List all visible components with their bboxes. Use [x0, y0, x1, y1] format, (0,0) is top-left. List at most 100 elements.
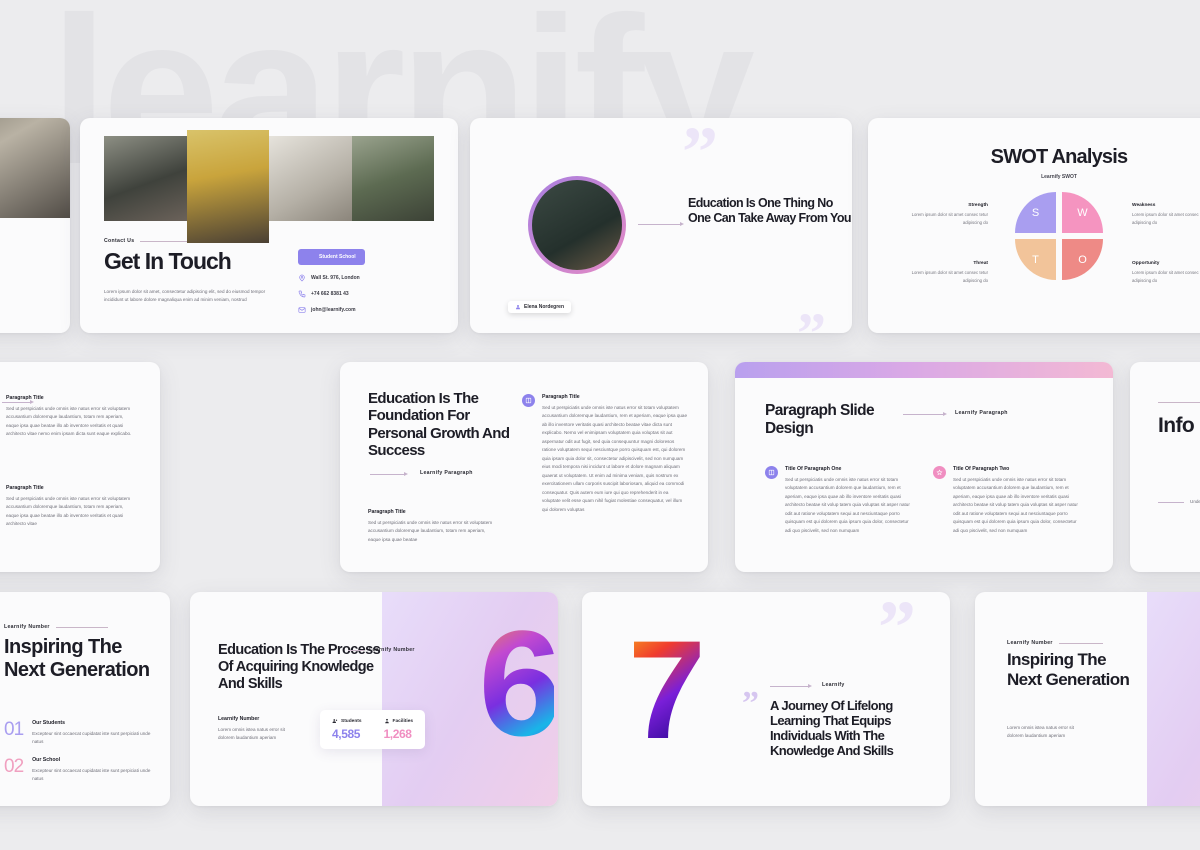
insp1-item-number: 02: [4, 755, 24, 777]
six-sub-text: Lorem omnis istea natus error sit dolore…: [218, 727, 285, 741]
avatar: [528, 176, 626, 274]
contact-body: Lorem ipsum dolor sit amet, consectetur …: [104, 289, 266, 303]
swot-quadrant-opportunity[interactable]: O: [1062, 239, 1103, 280]
divider: [1158, 402, 1200, 403]
paragraph-bullet-icon-two: [933, 466, 946, 479]
slide-swot-analysis[interactable]: SWOT Analysis Learnify SWOT S W T O Stre…: [868, 118, 1200, 333]
slide-education-quote[interactable]: ” ” Elena Nordegren Education Is One Thi…: [470, 118, 852, 333]
location-pin-icon: [299, 274, 305, 282]
photo-handshake: [104, 136, 187, 221]
para2-tag: Learnify Paragraph: [420, 470, 473, 476]
contact-phone-row: +74 662 8381 43: [298, 290, 365, 298]
divider: [1058, 642, 1103, 644]
speaker-name: Elena Nordegren: [524, 304, 565, 310]
paragraph-bullet-icon-one: [765, 466, 778, 479]
student-school-badge[interactable]: Student School: [298, 249, 365, 265]
facilities-icon: [384, 718, 389, 724]
contact-email-row: john@learnify.com: [298, 306, 365, 314]
stat-value: 4,585: [332, 727, 361, 741]
book-icon: [525, 397, 532, 404]
label-heading: Strength: [968, 203, 988, 208]
stat-students: Students 4,585: [332, 718, 362, 742]
para3-col1-text: Sed ut perspiciatis unde omnis iste natu…: [785, 477, 910, 533]
para2-sub-title: Paragraph Title: [368, 509, 406, 515]
quote-mark-bottom-icon: ”: [797, 304, 826, 333]
arrow-connector: [770, 684, 812, 688]
stat-label: Students: [341, 718, 362, 724]
slide-education-foundation[interactable]: Education Is The Foundation For Personal…: [340, 362, 708, 572]
para3-col2-text: Sed ut perspiciatis unde omnis iste natu…: [953, 477, 1078, 533]
paragraph-bullet-icon: [522, 394, 535, 407]
graduation-cap-icon: [307, 254, 315, 259]
six-tag: Learnify Number: [369, 647, 415, 653]
book-icon: [768, 469, 775, 476]
contact-phone: +74 662 8381 43: [311, 291, 349, 297]
photo-classroom: [351, 136, 434, 221]
phone-icon: [298, 290, 306, 298]
quote-mark-small-icon: ”: [742, 685, 759, 722]
para3-title: Paragraph Slide Design: [765, 402, 875, 437]
label-text: Lorem ipsum dolor sit amet consec tetur …: [1132, 212, 1200, 225]
students-icon: [332, 719, 338, 723]
quote-mark-icon: ”: [878, 592, 916, 670]
contact-title: Get In Touch: [104, 248, 232, 274]
contact-email: john@learnify.com: [311, 307, 356, 313]
para2-sub-text: Sed ut perspiciatis unde omnis iste natu…: [368, 520, 493, 542]
swot-subtitle: Learnify SWOT: [1041, 174, 1077, 180]
list-item: 01 Our Students Excepteur sint occaecat …: [4, 720, 154, 747]
label-text: Lorem ipsum dolor sit amet consec tetur …: [911, 212, 988, 225]
quote-mark-top-icon: ”: [682, 118, 718, 192]
six-sub-title: Learnify Number: [218, 716, 260, 722]
slide-paragraph-design-two-col[interactable]: Paragraph Slide Design Learnify Paragrap…: [735, 362, 1113, 572]
arrow-connector: [638, 222, 684, 226]
info-text: Unde ensu arvus: [1190, 499, 1200, 504]
label-heading: Threat: [973, 261, 988, 266]
slide-number-seven[interactable]: 7 ” Learnify ” A Journey Of Lifelong Lea…: [582, 592, 950, 806]
slide-number-six[interactable]: 6 Education Is The Process Of Acquiring …: [190, 592, 558, 806]
star-icon: [936, 469, 943, 476]
swot-label-weakness: Weakness Lorem ipsum dolor sit amet cons…: [1132, 203, 1200, 226]
envelope-icon: [298, 307, 306, 313]
label-heading: Weakness: [1132, 203, 1156, 208]
insp1-title: Inspiring The Next Generation: [4, 636, 150, 682]
contact-details: Student School Wall St. 976, London +74 …: [298, 248, 365, 314]
insp1-eyebrow: Learnify Number: [4, 624, 50, 630]
seven-quote: A Journey Of Lifelong Learning That Equi…: [770, 698, 894, 759]
para1-right-title: Paragraph Title: [6, 395, 44, 401]
label-text: Lorem ipsum dolor sit amet consec tetur …: [911, 270, 988, 283]
swot-label-threat: Threat Lorem ipsum dolor sit amet consec…: [896, 261, 988, 284]
insp1-item-text: Excepteur sint occaecat cupidatat iste s…: [32, 767, 151, 782]
para3-col2-title: Title Of Paragraph Two: [953, 466, 1010, 472]
gradient-bar: [735, 362, 1113, 378]
slide-inspiring-next-generation-left[interactable]: Learnify Number Inspiring The Next Gener…: [0, 592, 170, 806]
para1-right-text-2: Sed ut perspiciatis unde omnis iste natu…: [6, 496, 131, 527]
number-six-glyph: 6: [478, 599, 558, 767]
slide-get-in-touch[interactable]: Contact Us Get In Touch Lorem ipsum dolo…: [80, 118, 458, 333]
para3-col1-title: Title Of Paragraph One: [785, 466, 842, 472]
slide-info[interactable]: Info Unde ensu arvus: [1130, 362, 1200, 572]
arrow-connector: [903, 412, 947, 416]
swot-wheel: S W T O: [1015, 192, 1103, 280]
photo-laptop: [269, 136, 352, 221]
stat-facilities: Facilities 1,268: [383, 718, 414, 742]
insp1-item-title: Our Students: [32, 720, 65, 726]
contact-address-row: Wall St. 976, London: [298, 274, 365, 282]
photo-portrait: [186, 130, 269, 243]
swot-quadrant-strength[interactable]: S: [1015, 192, 1056, 233]
list-item: 02 Our School Excepteur sint occaecat cu…: [4, 757, 154, 784]
slide-inspiring-next-generation-right[interactable]: 8 Learnify Number Inspiring The Next Gen…: [975, 592, 1200, 806]
stat-label: Facilities: [392, 718, 414, 724]
gradient-panel: [1147, 592, 1200, 806]
stat-value: 1,268: [383, 727, 412, 741]
swot-quadrant-threat[interactable]: T: [1015, 239, 1056, 280]
divider: [348, 649, 364, 651]
slide-free-idea[interactable]: ee ea: [0, 118, 70, 333]
contact-eyebrow: Contact Us: [104, 238, 135, 244]
insp1-item-text: Excepteur sint occaecat cupidatat iste s…: [32, 731, 151, 745]
slide-paragraph-design-left[interactable]: Paragraph Slide Design Paragraph Title S…: [0, 362, 160, 572]
swot-label-opportunity: Opportunity Lorem ipsum dolor sit amet c…: [1132, 261, 1200, 284]
seven-tag: Learnify: [822, 682, 845, 688]
para3-tag: Learnify Paragraph: [955, 410, 1008, 416]
divider: [55, 626, 108, 628]
swot-quadrant-weakness[interactable]: W: [1062, 192, 1103, 233]
